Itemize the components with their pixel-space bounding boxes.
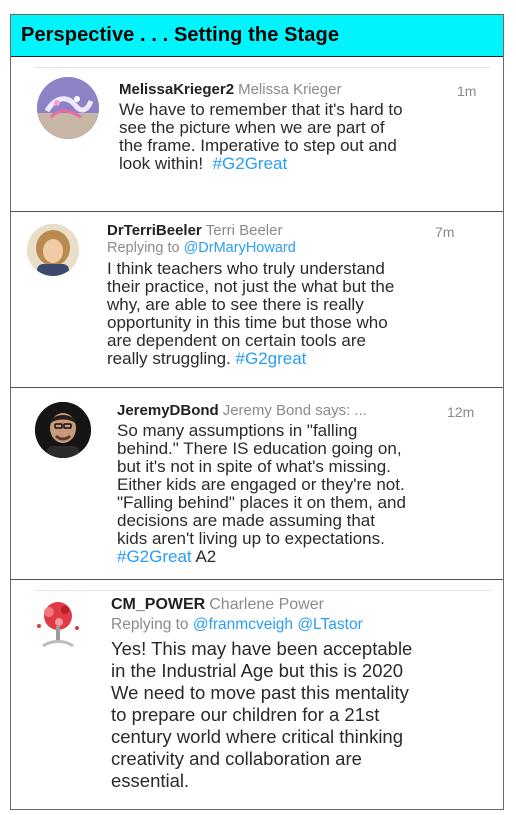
answer-tag: A2: [195, 547, 217, 566]
tweet-card[interactable]: JeremyDBond Jeremy Bond says: ... 12m So …: [11, 387, 503, 579]
user-handle[interactable]: Terri Beeler: [206, 222, 283, 239]
tweet-line-text: look within!: [119, 154, 204, 173]
tweet-line: really struggling. #G2great: [107, 350, 394, 368]
reply-context: Replying to @franmcveigh @LTastor: [111, 616, 363, 634]
display-name[interactable]: DrTerriBeeler: [107, 222, 202, 239]
tweet-author: CM_POWER Charlene Power: [111, 596, 324, 614]
avatar[interactable]: [29, 596, 87, 654]
tweet-line: So many assumptions in "falling: [117, 421, 358, 440]
slide-title: Perspective . . . Setting the Stage: [21, 24, 340, 46]
user-handle[interactable]: Melissa Krieger: [238, 81, 341, 98]
mention-link[interactable]: @franmcveigh @LTastor: [193, 616, 363, 633]
reply-context: Replying to @DrMaryHoward: [107, 240, 296, 256]
hashtag-link[interactable]: #G2Great: [213, 154, 288, 173]
tweet-line: Yes! This may have been acceptable: [111, 638, 413, 659]
divider: [35, 67, 491, 68]
display-name[interactable]: JeremyDBond: [117, 402, 219, 419]
tweet-line: behind." There IS education going on,: [117, 439, 402, 458]
tweet-time[interactable]: 12m: [447, 404, 474, 420]
tweet-card[interactable]: DrTerriBeeler Terri Beeler 7m Replying to…: [11, 211, 503, 387]
tweet-line: opportunity in this time but those who: [107, 313, 388, 332]
avatar[interactable]: [37, 77, 99, 139]
tweet-line: creativity and collaboration are: [111, 748, 362, 769]
tweet-text: So many assumptions in "falling behind."…: [117, 422, 406, 566]
hashtag-link[interactable]: #G2Great: [117, 547, 192, 566]
tweet-text: Yes! This may have been acceptable in th…: [111, 638, 481, 792]
tweet-line: decisions are made assuming that: [117, 511, 375, 530]
tweet-line: We have to remember that it's hard to: [119, 100, 403, 119]
reply-prefix: Replying to: [111, 616, 189, 633]
tweet-line: to prepare our children for a 21st: [111, 704, 380, 725]
slide-header: Perspective . . . Setting the Stage: [11, 15, 503, 57]
tree-logo-avatar-image: [29, 596, 87, 654]
tweet-time[interactable]: 7m: [435, 224, 454, 240]
avatar[interactable]: [35, 402, 91, 458]
tweet-text: We have to remember that it's hard to se…: [119, 101, 403, 173]
tweet-line: but it's not in spite of what's missing.: [117, 457, 391, 476]
display-name[interactable]: CM_POWER: [111, 596, 205, 613]
slide-frame: Perspective . . . Setting the Stage Meli…: [10, 14, 504, 810]
tweet-line: their practice, not just the what but th…: [107, 277, 395, 296]
tweet-author: JeremyDBond Jeremy Bond says: ...: [117, 402, 367, 419]
tweet-line: kids aren't living up to expectations.: [117, 529, 385, 548]
divider: [35, 590, 491, 591]
tweet-time[interactable]: 1m: [457, 83, 476, 99]
tweet-text: I think teachers who truly understand th…: [107, 260, 394, 368]
tweet-author: MelissaKrieger2 Melissa Krieger: [119, 81, 341, 98]
tweet-line: look within! #G2Great: [119, 155, 403, 173]
tweet-card[interactable]: MelissaKrieger2 Melissa Krieger 1m We hav…: [11, 57, 503, 211]
tweet-author: DrTerriBeeler Terri Beeler: [107, 222, 282, 239]
tweet-line: We need to move past this mentality: [111, 682, 409, 703]
tweet-line: Either kids are engaged or they're not.: [117, 475, 405, 494]
user-handle[interactable]: Jeremy Bond says: ...: [223, 402, 367, 419]
tweet-line: are dependent on certain tools are: [107, 331, 366, 350]
tweet-line: the frame. Imperative to step out and: [119, 136, 397, 155]
tweet-line: "Falling behind" places it on them, and: [117, 493, 406, 512]
avatar[interactable]: [27, 224, 79, 276]
user-handle[interactable]: Charlene Power: [209, 596, 324, 613]
tweet-line: essential.: [111, 770, 190, 791]
tweet-card[interactable]: CM_POWER Charlene Power Replying to @fran…: [11, 579, 503, 809]
hashtag-link[interactable]: #G2great: [236, 349, 307, 368]
tweet-line: why, are able to see there is really: [107, 295, 364, 314]
tweet-line: century world where critical thinking: [111, 726, 404, 747]
reply-prefix: Replying to: [107, 240, 180, 256]
tweet-line-text: really struggling.: [107, 349, 231, 368]
tweet-line: see the picture when we are part of: [119, 118, 385, 137]
tweet-line: in the Industrial Age but this is 2020: [111, 660, 404, 681]
person-avatar-image: [35, 402, 91, 458]
ribbon-avatar-image: [37, 77, 99, 139]
person-avatar-image: [27, 224, 79, 276]
display-name[interactable]: MelissaKrieger2: [119, 81, 234, 98]
tweet-line: I think teachers who truly understand: [107, 259, 385, 278]
tweet-line: #G2Great A2: [117, 548, 406, 566]
mention-link[interactable]: @DrMaryHoward: [184, 240, 296, 256]
